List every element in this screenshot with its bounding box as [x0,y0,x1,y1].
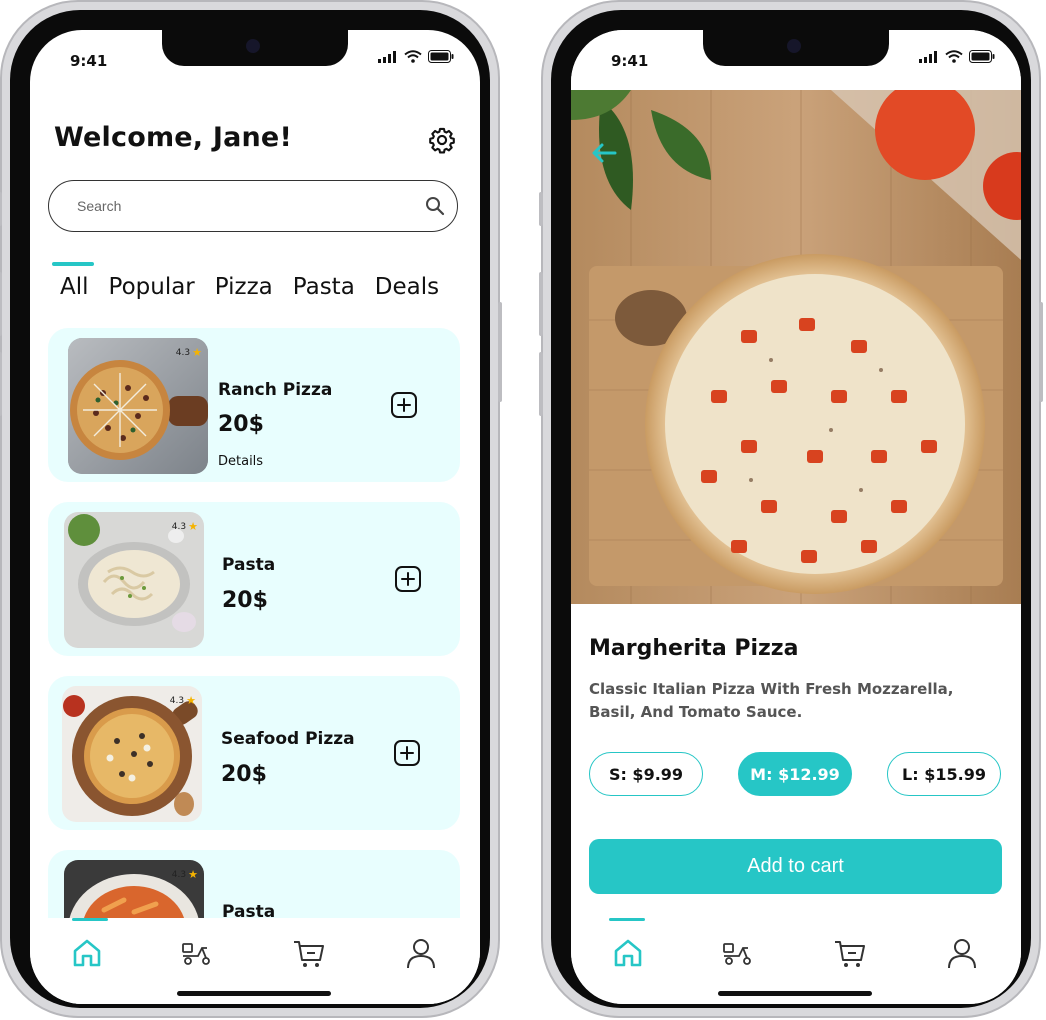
power-button [1039,302,1043,402]
phone-bezel: 9:41 Margherita Pizza Classic Italian Pi… [551,10,1031,1008]
size-medium-button[interactable]: M: $12.99 [738,752,852,796]
star-icon: ★ [186,694,196,707]
item-name: Pasta [222,555,276,575]
search-input[interactable] [75,197,425,215]
status-time: 9:41 [70,52,108,70]
menu-card[interactable]: 4.3 ★ Pasta 20$ [48,502,460,656]
food-image: 4.3 ★ [62,686,202,822]
home-indicator [718,991,872,996]
item-name: Ranch Pizza [218,380,333,400]
star-icon: ★ [192,346,202,359]
back-arrow-icon[interactable] [591,142,617,164]
menu-card[interactable]: 4.3 ★ Seafood Pizza 20$ [48,676,460,830]
item-price: 20$ [221,762,267,787]
rating-value: 4.3 [175,347,191,358]
wifi-icon [404,50,422,63]
active-nav-indicator [72,918,108,921]
add-to-cart-plus-icon[interactable] [393,739,421,767]
product-title: Margherita Pizza [589,636,799,661]
hero-image [571,90,1021,604]
status-time: 9:41 [611,52,649,70]
gear-icon[interactable] [428,126,456,154]
volume-up-button [0,272,2,336]
cart-icon[interactable] [292,936,326,970]
star-icon: ★ [188,868,198,881]
home-icon[interactable] [611,936,645,970]
active-tab-indicator [52,262,94,266]
detail-screen: 9:41 Margherita Pizza Classic Italian Pi… [571,30,1021,1004]
home-screen: 9:41 Welcome, Jane! All Popular Pizza Pa [30,30,480,1004]
tab-pizza[interactable]: Pizza [215,274,273,300]
item-price: 20$ [222,588,268,613]
size-large-button[interactable]: L: $15.99 [887,752,1001,796]
rating-badge: 4.3 ★ [172,868,198,881]
front-camera [246,39,260,53]
signal-icon [919,50,937,63]
home-indicator [177,991,331,996]
details-link[interactable]: Details [218,454,263,469]
tab-all[interactable]: All [60,274,89,300]
add-to-cart-button[interactable]: Add to cart [589,839,1002,894]
volume-down-button [539,352,543,416]
volume-down-button [0,352,2,416]
scooter-delivery-icon[interactable] [180,936,214,970]
food-image: 4.3 ★ [64,512,204,648]
food-image: 4.3 ★ [68,338,208,474]
rating-value: 4.3 [171,869,187,880]
cart-icon[interactable] [833,936,867,970]
phone-frame-home: 9:41 Welcome, Jane! All Popular Pizza Pa [0,0,502,1018]
mute-switch [539,192,543,226]
size-small-button[interactable]: S: $9.99 [589,752,703,796]
signal-icon [378,50,396,63]
rating-badge: 4.3 ★ [170,694,196,707]
item-price: 20$ [218,412,264,437]
phone-frame-detail: 9:41 Margherita Pizza Classic Italian Pi… [539,0,1043,1018]
user-icon[interactable] [945,936,979,970]
power-button [498,302,502,402]
rating-value: 4.3 [171,521,187,532]
battery-icon [428,50,454,63]
menu-card[interactable]: 4.3 ★ Ranch Pizza 20$ Details [48,328,460,482]
home-icon[interactable] [70,936,104,970]
rating-badge: 4.3 ★ [176,346,202,359]
volume-up-button [539,272,543,336]
scooter-delivery-icon[interactable] [721,936,755,970]
wifi-icon [945,50,963,63]
rating-badge: 4.3 ★ [172,520,198,533]
search-bar[interactable] [48,180,458,232]
mute-switch [0,192,2,226]
phone-bezel: 9:41 Welcome, Jane! All Popular Pizza Pa [10,10,490,1008]
tab-pasta[interactable]: Pasta [293,274,355,300]
welcome-heading: Welcome, Jane! [54,122,292,153]
rating-value: 4.3 [169,695,185,706]
active-nav-indicator [609,918,645,921]
product-description: Classic Italian Pizza With Fresh Mozzare… [589,680,954,721]
battery-icon [969,50,995,63]
notch [703,30,889,66]
search-icon[interactable] [425,196,445,216]
add-to-cart-plus-icon[interactable] [394,565,422,593]
status-icons [378,50,454,63]
status-icons [919,50,995,63]
front-camera [787,39,801,53]
notch [162,30,348,66]
user-icon[interactable] [404,936,438,970]
category-tabs: All Popular Pizza Pasta Deals [60,274,459,300]
item-name: Seafood Pizza [221,729,355,749]
add-to-cart-plus-icon[interactable] [390,391,418,419]
tab-deals[interactable]: Deals [375,274,439,300]
tab-popular[interactable]: Popular [109,274,195,300]
star-icon: ★ [188,520,198,533]
